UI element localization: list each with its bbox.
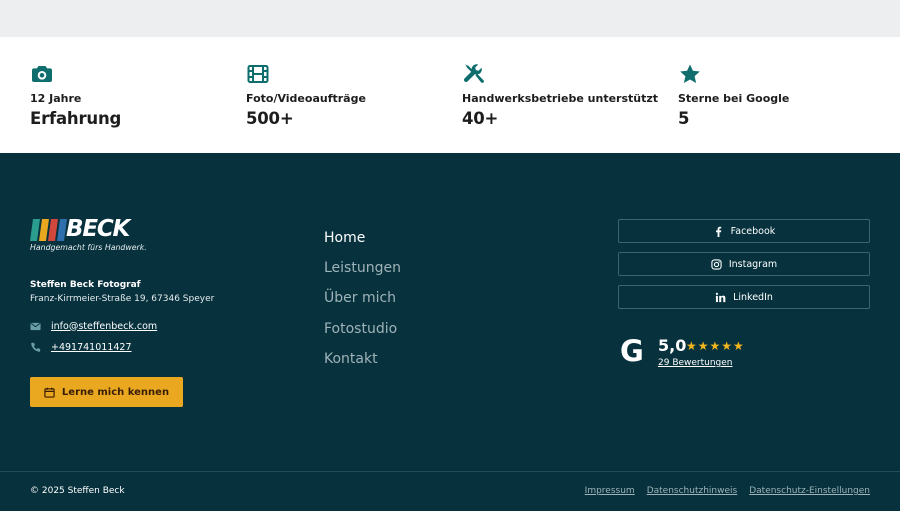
logo-wordmark: BECK: [66, 216, 130, 242]
google-score: 5,0: [658, 336, 687, 355]
instagram-icon: [711, 258, 722, 270]
google-rating: G 5,0 ★★★★★ 29 Bewertungen: [620, 336, 880, 376]
stat-value: 40+: [462, 109, 499, 128]
meet-me-label: Lerne mich kennen: [61, 386, 170, 398]
phone-icon: [30, 342, 41, 353]
nav-fotostudio[interactable]: Fotostudio: [324, 314, 401, 344]
logo-tagline: Handgemacht fürs Handwerk.: [30, 243, 147, 252]
linkedin-button[interactable]: LinkedIn: [618, 285, 870, 309]
google-g-icon: G: [620, 334, 644, 368]
facebook-icon: [713, 226, 724, 237]
rating-stars: ★★★★★: [686, 339, 745, 353]
linkedin-icon: [715, 292, 726, 303]
stat-jobs: Foto/Videoaufträge 500+: [246, 62, 456, 128]
footer-nav: Home Leistungen Über mich Fotostudio Kon…: [324, 223, 401, 374]
contact-email-row: info@steffenbeck.com: [30, 319, 157, 333]
legal-links: Impressum Datenschutzhinweis Datenschutz…: [573, 486, 870, 496]
nav-ueber-mich[interactable]: Über mich: [324, 283, 401, 313]
nav-home[interactable]: Home: [324, 223, 401, 253]
star-icon: [678, 62, 702, 86]
camera-icon: [30, 62, 54, 86]
calendar-icon: [44, 387, 55, 398]
copyright: © 2025 Steffen Beck: [30, 486, 125, 496]
facebook-label: Facebook: [730, 225, 776, 237]
stat-label: Handwerksbetriebe unterstützt: [462, 92, 659, 105]
linkedin-label: LinkedIn: [733, 291, 773, 303]
stat-value: 500+: [246, 109, 294, 128]
contact-address: Franz-Kirrmeier-Straße 19, 67346 Speyer: [30, 294, 215, 304]
stat-businesses: Handwerksbetriebe unterstützt 40+: [462, 62, 672, 128]
nav-leistungen[interactable]: Leistungen: [324, 253, 401, 283]
reviews-link[interactable]: 29 Bewertungen: [658, 358, 733, 368]
stat-label: Foto/Videoaufträge: [246, 92, 366, 105]
logo-stripes: [30, 219, 67, 241]
contact-phone-row: +491741011427: [30, 340, 132, 354]
facebook-button[interactable]: Facebook: [618, 219, 870, 243]
phone-link[interactable]: +491741011427: [51, 342, 132, 353]
contact-name: Steffen Beck Fotograf: [30, 280, 141, 290]
stat-label: Sterne bei Google: [678, 92, 790, 105]
meet-me-button[interactable]: Lerne mich kennen: [30, 377, 183, 407]
nav-kontakt[interactable]: Kontakt: [324, 344, 401, 374]
top-band: [0, 0, 900, 37]
footer-divider: [0, 471, 900, 472]
stat-value: 5: [678, 109, 690, 128]
email-link[interactable]: info@steffenbeck.com: [51, 321, 157, 332]
stat-label: 12 Jahre: [30, 92, 82, 105]
datenschutzhinweis-link[interactable]: Datenschutzhinweis: [647, 486, 738, 496]
stat-value: Erfahrung: [30, 109, 122, 128]
instagram-label: Instagram: [728, 258, 778, 270]
stat-experience: 12 Jahre Erfahrung: [30, 62, 240, 128]
beck-logo[interactable]: BECK Handgemacht fürs Handwerk.: [30, 216, 160, 257]
impressum-link[interactable]: Impressum: [585, 486, 635, 496]
stat-google-stars: Sterne bei Google 5: [678, 62, 888, 128]
instagram-button[interactable]: Instagram: [618, 252, 870, 276]
tools-icon: [462, 62, 486, 86]
mail-icon: [30, 321, 41, 332]
site-footer: BECK Handgemacht fürs Handwerk. Steffen …: [0, 153, 900, 511]
film-icon: [246, 62, 270, 86]
stats-bar: 12 Jahre Erfahrung Foto/Videoaufträge 50…: [0, 37, 900, 153]
datenschutz-einstellungen-link[interactable]: Datenschutz-Einstellungen: [749, 486, 870, 496]
